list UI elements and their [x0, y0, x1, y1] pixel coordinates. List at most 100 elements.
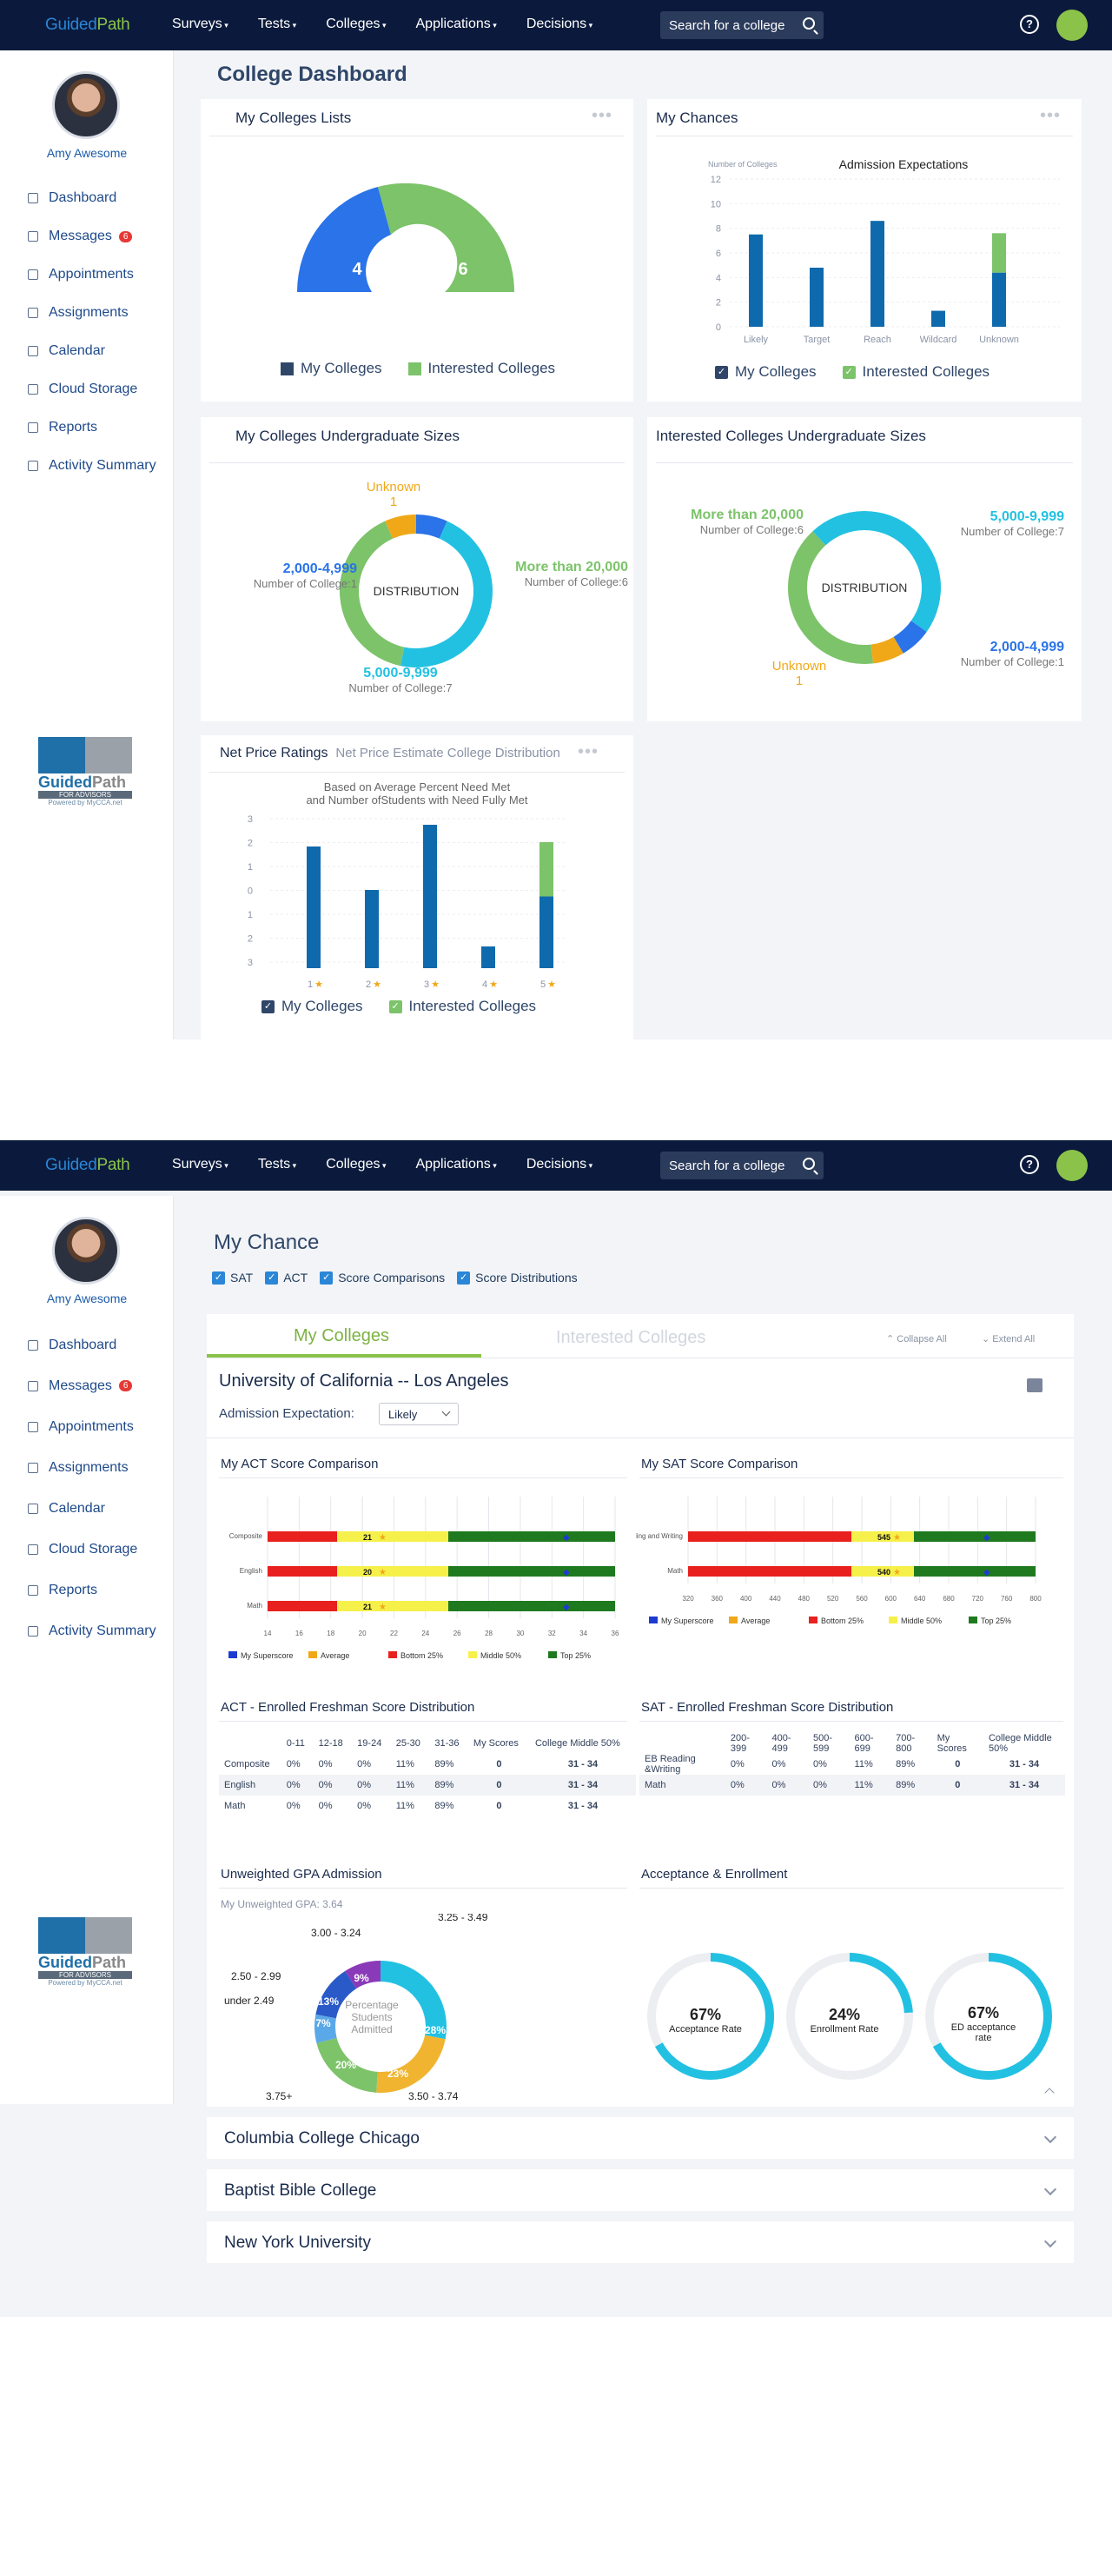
app-logo[interactable]: GuidedPath [45, 16, 130, 35]
sidebar-item-reports[interactable]: Reports [28, 1570, 156, 1610]
more-options-icon[interactable]: ••• [592, 106, 612, 126]
nav-colleges[interactable]: Colleges [326, 1157, 386, 1172]
y-tick-label: 6 [716, 249, 721, 259]
legend-interested-colleges[interactable]: Interested Colleges [407, 360, 555, 377]
extend-all-button[interactable]: ⌄ Extend All [982, 1333, 1035, 1344]
legend-my-colleges[interactable]: ✓ My Colleges [715, 363, 817, 381]
profile-name: Amy Awesome [46, 146, 128, 160]
y-tick-label: 0 [716, 322, 721, 333]
sidebar-item-calendar[interactable]: Calendar [28, 332, 156, 370]
user-avatar[interactable] [1056, 10, 1088, 41]
nav-surveys[interactable]: Surveys [172, 17, 228, 32]
nav-applications[interactable]: Applications [416, 1157, 497, 1172]
search-input[interactable]: Search for a college [660, 11, 824, 39]
sidebar-item-appointments[interactable]: Appointments [28, 1406, 156, 1447]
college-panel: My Colleges Interested Colleges ⌃ Collap… [207, 1314, 1074, 2107]
my-score-label: 21 [363, 1603, 372, 1611]
dashboard-icon [28, 193, 38, 203]
score-band [448, 1601, 615, 1611]
search-icon[interactable] [803, 17, 815, 30]
sidebar-item-dashboard[interactable]: Dashboard [28, 1325, 156, 1365]
search-icon[interactable] [803, 1158, 815, 1170]
my-score-label: 540 [877, 1568, 890, 1577]
option-sat-checkbox[interactable]: ✓ SAT [212, 1271, 253, 1285]
option-score-comparisons-checkbox[interactable]: ✓ Score Comparisons [320, 1271, 445, 1285]
sat-score-comparison-chart: 320 360 400 440 480 520 560 600 640 680 720 760 800 E… [636, 1497, 1042, 1625]
chevron-down-icon[interactable] [1043, 2234, 1057, 2248]
segment-label-unknown: Unknown 1 [366, 480, 421, 509]
nav-colleges[interactable]: Colleges [326, 17, 386, 32]
legend-my-colleges[interactable]: My Colleges [281, 360, 382, 377]
sidebar-item-assignments[interactable]: Assignments [28, 1447, 156, 1488]
view-options: ✓ SAT ✓ ACT ✓ Score Comparisons ✓ Score Dist… [212, 1271, 590, 1285]
nav-decisions[interactable]: Decisions [526, 1157, 592, 1172]
sidebar-item-assignments[interactable]: Assignments [28, 294, 156, 332]
x-tick-label: 560 [856, 1595, 868, 1603]
calendar-icon [28, 346, 38, 356]
sidebar-item-calendar[interactable]: Calendar [28, 1488, 156, 1529]
gpa-segment-pct: 20% [335, 2059, 356, 2071]
sidebar-menu: Dashboard Messages 6 Appointments Assignm… [28, 1325, 156, 1651]
y-tick-label: 4 [716, 273, 721, 283]
admission-expectation-select[interactable]: Likely [379, 1403, 459, 1425]
nav-applications[interactable]: Applications [416, 17, 497, 32]
x-tick-label: 680 [943, 1595, 955, 1603]
messages-badge: 6 [118, 230, 133, 242]
nav-tests[interactable]: Tests [258, 1157, 296, 1172]
sidebar-item-reports[interactable]: Reports [28, 408, 156, 447]
sidebar-item-dashboard[interactable]: Dashboard [28, 179, 156, 217]
print-icon[interactable] [1027, 1378, 1042, 1392]
nav-decisions[interactable]: Decisions [526, 17, 592, 32]
sidebar-item-activity-summary[interactable]: Activity Summary [28, 447, 156, 485]
y-tick-label: 2 [716, 298, 721, 309]
help-icon[interactable]: ? [1020, 15, 1039, 34]
option-act-checkbox[interactable]: ✓ ACT [265, 1271, 308, 1285]
chevron-down-icon[interactable] [1043, 2130, 1057, 2144]
search-input[interactable]: Search for a college [660, 1152, 824, 1179]
nav-tests[interactable]: Tests [258, 17, 296, 32]
sidebar-item-cloud-storage[interactable]: Cloud Storage [28, 370, 156, 408]
my-chance-title: My Chance [214, 1231, 320, 1254]
sidebar-item-messages[interactable]: Messages 6 [28, 1365, 156, 1406]
legend-swatch [809, 1617, 817, 1623]
college-accordion-baptist[interactable]: Baptist Bible College [207, 2169, 1074, 2211]
sidebar-item-activity-summary[interactable]: Activity Summary [28, 1610, 156, 1651]
enrollment-rate-value: 24% Enrollment Rate [810, 2006, 879, 2035]
x-tick-label: Unknown [979, 335, 1019, 345]
legend-interested-colleges[interactable]: ✓ Interested Colleges [842, 363, 990, 381]
legend-my-colleges[interactable]: ✓ My Colleges [261, 998, 363, 1015]
option-score-distributions-checkbox[interactable]: ✓ Score Distributions [457, 1271, 578, 1285]
user-avatar[interactable] [1056, 1150, 1088, 1181]
sidebar-item-cloud-storage[interactable]: Cloud Storage [28, 1529, 156, 1570]
tab-my-colleges[interactable]: My Colleges [294, 1326, 389, 1346]
net-price-ratings-card: Net Price Ratings Net Price Estimate Col… [201, 735, 633, 1039]
help-icon[interactable]: ? [1020, 1155, 1039, 1174]
interested-undergrad-donut: DISTRIBUTION [787, 510, 942, 664]
x-tick-label: 2 [366, 979, 371, 990]
legend-interested-colleges[interactable]: ✓ Interested Colleges [388, 998, 536, 1015]
x-tick-label: 440 [769, 1595, 781, 1603]
more-options-icon[interactable]: ••• [578, 742, 599, 762]
sidebar-item-appointments[interactable]: Appointments [28, 256, 156, 294]
more-options-icon[interactable]: ••• [1040, 106, 1061, 126]
legend-label: Top 25% [981, 1617, 1011, 1625]
my-score-label: 545 [877, 1533, 890, 1542]
collapse-all-button[interactable]: ⌃ Collapse All [886, 1333, 947, 1344]
x-tick-label: 20 [359, 1630, 367, 1637]
chevron-down-icon[interactable] [1043, 2182, 1057, 2196]
pie-slice-my-colleges[interactable] [296, 187, 391, 292]
college-name[interactable]: University of California -- Los Angeles [219, 1371, 508, 1391]
card-title: My Colleges Lists [235, 110, 352, 126]
nav-surveys[interactable]: Surveys [172, 1157, 228, 1172]
sidebar-item-messages[interactable]: Messages 6 [28, 217, 156, 256]
college-accordion-columbia[interactable]: Columbia College Chicago [207, 2117, 1074, 2159]
x-tick-label: 14 [264, 1630, 272, 1637]
app-logo[interactable]: GuidedPath [45, 1156, 130, 1175]
tab-interested-colleges[interactable]: Interested Colleges [556, 1328, 705, 1348]
x-tick-label: 1 [308, 979, 313, 990]
college-accordion-nyu[interactable]: New York University [207, 2221, 1074, 2263]
appointments-icon [28, 269, 38, 280]
pie-slice-interested-colleges[interactable] [378, 183, 515, 292]
sidebar: Amy Awesome Dashboard Messages 6 Appointm… [0, 50, 174, 1039]
sat-distribution-table: 200-399 400-499 500-599 600-699 700-800 My Sc… [639, 1733, 1065, 1796]
